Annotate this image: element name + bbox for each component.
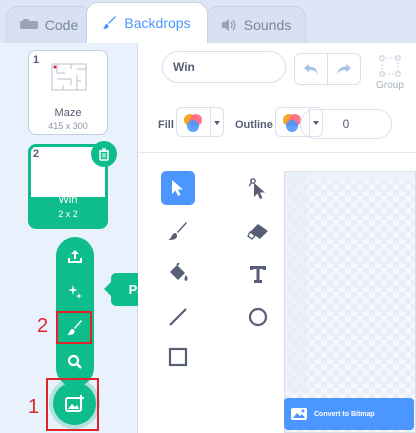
brush-tool[interactable] (161, 215, 195, 249)
reshape-tool[interactable] (241, 171, 275, 205)
circle-icon (248, 307, 268, 327)
eraser-icon (247, 224, 268, 240)
annotation-label-2: 2 (37, 315, 49, 337)
backdrop-size: 415 x 300 (48, 121, 88, 131)
annotation-label-1: 1 (28, 396, 40, 418)
circle-tool[interactable] (241, 300, 275, 334)
canvas-left-band (285, 172, 307, 392)
tab-backdrops[interactable]: Backdrops (86, 2, 208, 43)
brush-icon (103, 16, 117, 30)
search-icon (67, 354, 82, 369)
tab-bar: Code Backdrops Sounds (0, 0, 416, 43)
text-icon (250, 266, 266, 283)
group-label: Group (376, 80, 404, 91)
convert-label: Convert to Bitmap (314, 410, 375, 418)
outline-width-value: 0 (342, 117, 350, 131)
text-tool[interactable] (241, 257, 275, 291)
backdrop-item-maze[interactable]: 1 Maze 415 x 300 (28, 50, 108, 135)
toolbar-divider (138, 152, 416, 153)
tab-sounds-label: Sounds (243, 17, 292, 33)
group-button[interactable]: Group (373, 55, 407, 91)
upload-icon (68, 250, 82, 263)
redo-button[interactable] (327, 53, 361, 85)
maze-thumbnail (51, 63, 87, 91)
surprise-button[interactable] (56, 275, 94, 309)
code-icon (19, 19, 38, 31)
fill-label: Fill (158, 119, 174, 131)
search-backdrop-button[interactable] (56, 345, 94, 379)
delete-backdrop-button[interactable] (91, 141, 117, 167)
upload-backdrop-button[interactable] (56, 239, 94, 273)
paint-canvas[interactable] (284, 171, 416, 433)
tab-code[interactable]: Code (6, 6, 92, 43)
convert-to-bitmap-button[interactable]: Convert to Bitmap (284, 398, 414, 430)
undo-button[interactable] (294, 53, 328, 85)
eraser-tool[interactable] (241, 215, 275, 249)
rectangle-icon (168, 347, 188, 367)
rectangle-tool[interactable] (161, 340, 195, 374)
backdrop-size: 2 x 2 (58, 209, 78, 219)
backdrop-number: 1 (33, 54, 40, 66)
divider (210, 108, 211, 136)
select-tool[interactable] (161, 171, 195, 205)
fill-tool[interactable] (161, 257, 195, 291)
speaker-icon (221, 18, 237, 32)
fill-color-picker[interactable] (176, 107, 224, 137)
fill-icon (170, 263, 188, 281)
backdrop-item-win[interactable]: 2 Win 2 x 2 (28, 141, 117, 229)
undo-icon (304, 64, 318, 74)
costume-name-value: Win (173, 60, 195, 74)
annotation-box-choose (46, 378, 99, 431)
tab-sounds[interactable]: Sounds (206, 6, 306, 43)
group-icon (379, 55, 401, 77)
color-swatch-icon (184, 114, 202, 132)
reshape-icon (248, 178, 265, 199)
trash-icon (99, 147, 109, 161)
backdrop-number: 2 (33, 148, 40, 160)
chevron-down-icon (214, 121, 220, 125)
tab-backdrops-label: Backdrops (124, 15, 191, 31)
outline-label: Outline (235, 119, 273, 131)
backdrop-name: Maze (54, 107, 82, 119)
paint-editor: Win Group Fill Outline 0 Convert to Bitm… (138, 43, 416, 433)
backdrop-name: Win (58, 194, 78, 206)
costume-name-input[interactable]: Win (162, 51, 286, 83)
annotation-box-paint (56, 311, 92, 344)
line-tool[interactable] (161, 300, 195, 334)
tab-code-label: Code (44, 17, 79, 33)
outline-width-input[interactable]: 0 (300, 109, 392, 139)
line-icon (169, 308, 187, 326)
brush-tool-icon (168, 222, 187, 240)
select-icon (172, 180, 183, 196)
bitmap-icon (291, 408, 307, 420)
surprise-icon (68, 285, 82, 299)
backdrop-list: 1 Maze 415 x 300 2 Win 2 x 2 (0, 43, 138, 433)
redo-icon (337, 64, 351, 74)
